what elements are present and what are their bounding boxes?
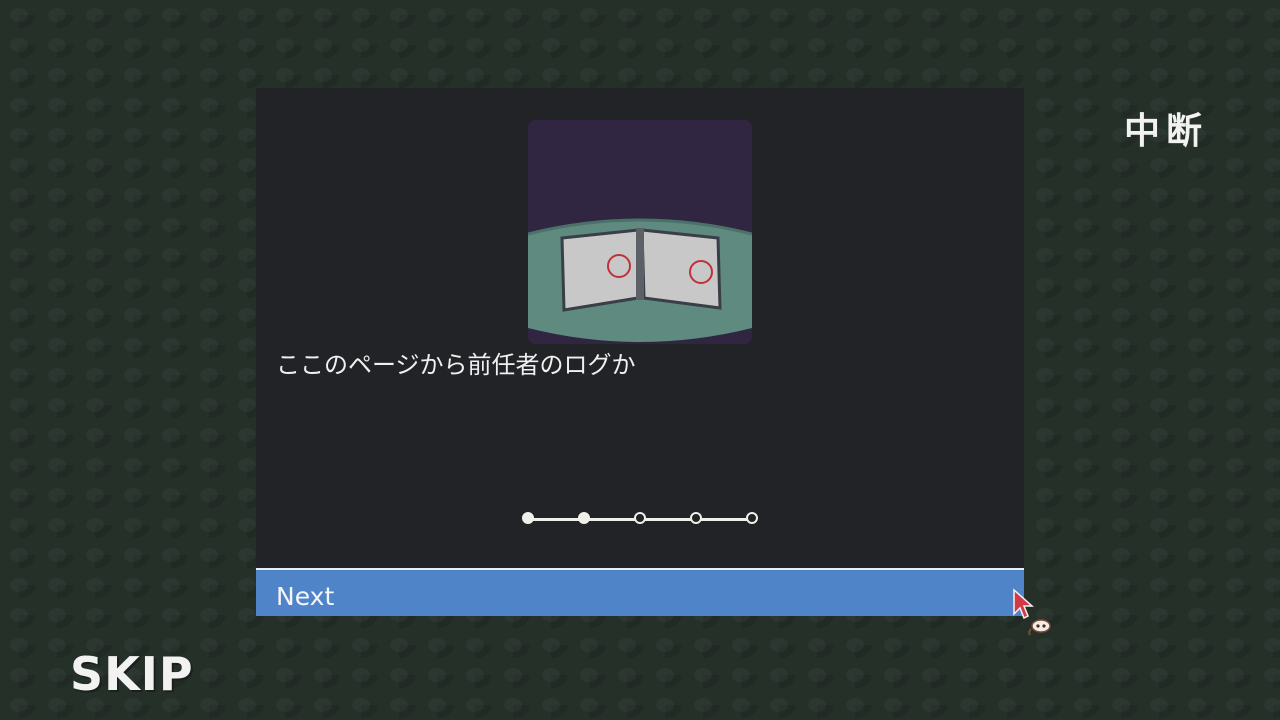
page-progress-indicator <box>520 510 760 530</box>
next-button-label: Next <box>276 582 335 611</box>
progress-dot-1 <box>522 512 534 524</box>
skip-button[interactable]: SKIP <box>70 646 194 702</box>
progress-dot-2 <box>578 512 590 524</box>
tutorial-message: ここのページから前任者のログか <box>276 351 636 379</box>
pause-button[interactable]: 中断 <box>1124 110 1208 154</box>
progress-dot-5 <box>746 512 758 524</box>
mouse-cursor-icon <box>1010 588 1058 638</box>
tutorial-illustration <box>528 120 752 344</box>
progress-dot-4 <box>690 512 702 524</box>
open-book-icon <box>528 120 752 344</box>
next-button[interactable]: Next <box>256 568 1024 616</box>
progress-dot-3 <box>634 512 646 524</box>
tutorial-dialog: ここのページから前任者のログか Next <box>256 88 1024 616</box>
